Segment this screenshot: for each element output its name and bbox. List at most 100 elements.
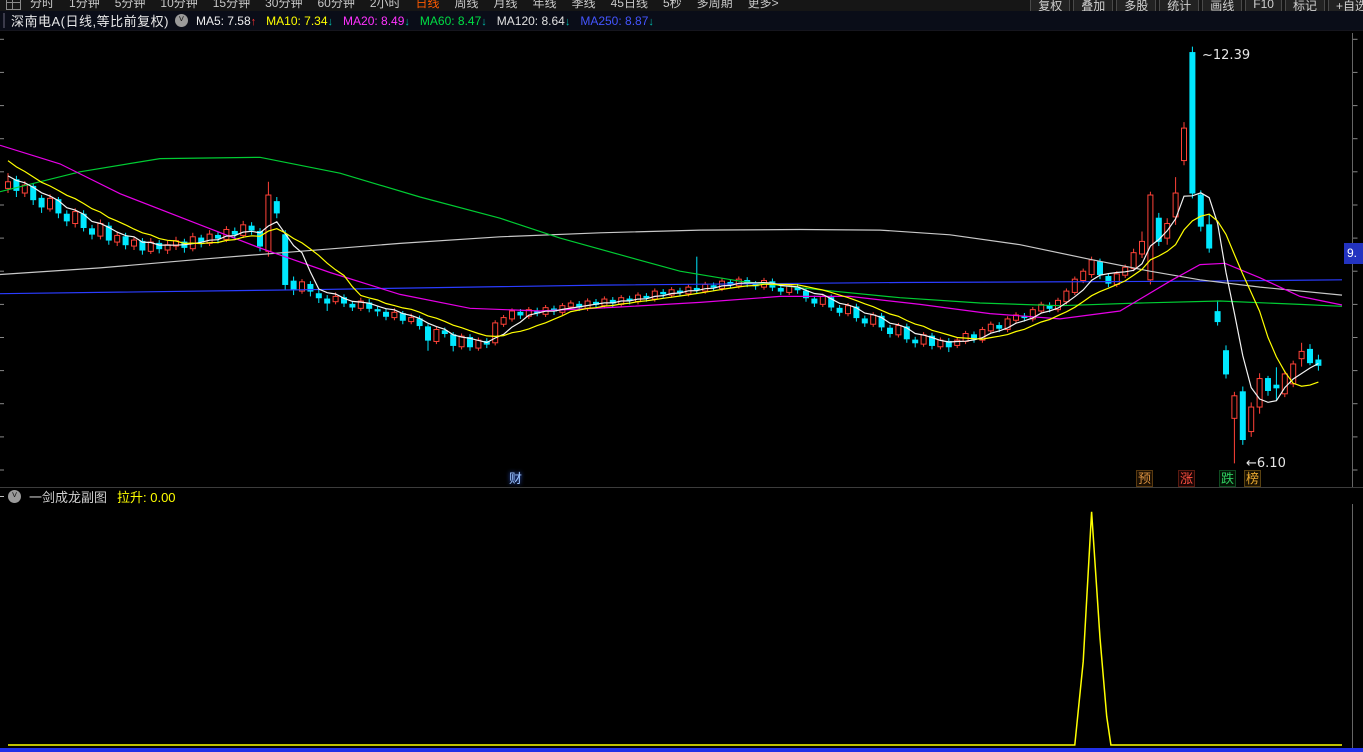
chart-canvas[interactable]: [0, 0, 1363, 752]
candle-body: [216, 235, 221, 238]
candle-body: [1266, 379, 1271, 391]
candle-body: [1114, 274, 1119, 285]
candle-body: [1089, 260, 1094, 275]
candle-body: [652, 291, 657, 299]
forecast-icon[interactable]: 预: [1136, 470, 1153, 487]
candle-body: [644, 296, 649, 297]
candle-body: [518, 312, 523, 315]
candle-body: [1148, 195, 1153, 280]
candle-body: [1232, 396, 1237, 419]
candle-body: [6, 182, 11, 189]
candle-body: [232, 231, 237, 234]
candle-body: [442, 331, 447, 334]
candle-body: [1131, 253, 1136, 269]
ranking-icon[interactable]: 榜: [1244, 470, 1261, 487]
candle-body: [694, 288, 699, 289]
candle-body: [1190, 53, 1195, 193]
candle-body: [123, 237, 128, 245]
candle-body: [997, 326, 1002, 329]
candle-body: [778, 288, 783, 291]
candle-body: [1274, 385, 1279, 388]
candle-body: [871, 315, 876, 324]
candle-body: [846, 306, 851, 314]
candle-body: [258, 231, 263, 246]
candle-body: [249, 226, 254, 230]
window-bottom-edge: [0, 748, 1363, 752]
candle-body: [392, 312, 397, 317]
candle-body: [98, 224, 103, 237]
candle-body: [720, 281, 725, 288]
candle-body: [350, 304, 355, 307]
ma-line-MA5: [8, 176, 1318, 402]
candle-body: [1207, 225, 1212, 248]
candle-body: [283, 235, 288, 285]
candle-body: [434, 330, 439, 342]
candle-body: [241, 225, 246, 236]
candle-body: [501, 318, 506, 325]
axis-price-badge: 9.: [1344, 243, 1363, 264]
candle-body: [409, 318, 414, 322]
gainers-icon[interactable]: 涨: [1178, 470, 1195, 487]
candle-body: [1240, 392, 1245, 440]
indicator-readout: 拉升: 0.00: [117, 487, 176, 506]
candle-body: [325, 299, 330, 303]
candle-body: [316, 294, 321, 298]
candle-body: [48, 198, 53, 209]
sub-collapse-chevron-icon[interactable]: ˅: [8, 490, 21, 503]
candle-body: [451, 335, 456, 346]
candle-body: [568, 303, 573, 307]
candle-body: [820, 296, 825, 304]
candle-body: [1257, 379, 1262, 407]
candle-body: [266, 195, 271, 251]
candle-body: [1081, 271, 1086, 280]
candle-body: [39, 198, 44, 207]
candle-body: [1098, 262, 1103, 275]
candle-body: [291, 281, 296, 290]
candle-body: [1249, 407, 1254, 432]
candle-body: [988, 324, 993, 331]
candle-body: [1064, 291, 1069, 302]
ma-line-MA10: [8, 161, 1318, 387]
candle-body: [711, 286, 716, 287]
candle-body: [132, 240, 137, 246]
candle-body: [636, 295, 641, 302]
candle-body: [1215, 312, 1220, 322]
indicator-line: [8, 512, 1342, 745]
candle-body: [1299, 351, 1304, 358]
candle-body: [862, 319, 867, 323]
candle-body: [703, 284, 708, 291]
candle-body: [661, 292, 666, 293]
candle-body: [1140, 241, 1145, 254]
sub-chart-header: ˅ 一剑成龙副图 拉升: 0.00: [0, 488, 1363, 504]
candle-body: [837, 308, 842, 312]
candle-body: [333, 296, 338, 301]
candle-body: [510, 311, 515, 319]
candle-body: [115, 235, 120, 242]
candle-body: [426, 327, 431, 340]
candle-body: [400, 314, 405, 321]
candle-body: [207, 234, 212, 243]
losers-icon[interactable]: 跌: [1219, 470, 1236, 487]
candle-body: [375, 310, 380, 311]
candle-body: [90, 229, 95, 234]
candle-body: [64, 214, 69, 221]
candle-body: [493, 323, 498, 343]
candle-body: [1047, 306, 1052, 309]
candle-body: [274, 202, 279, 213]
finance-news-icon[interactable]: 财: [508, 471, 523, 486]
low-price-label: ←6.10: [1246, 456, 1286, 471]
trading-app-window: 分时1分钟5分钟10分钟15分钟30分钟60分钟2小时日线周线月线年线季线45日…: [0, 0, 1363, 752]
candle-body: [1198, 195, 1203, 226]
candle-body: [896, 326, 901, 335]
candle-body: [812, 299, 817, 303]
candle-body: [1224, 351, 1229, 374]
left-tick: [0, 496, 4, 497]
candle-body: [888, 328, 893, 333]
candle-body: [73, 212, 78, 224]
candle-body: [384, 312, 389, 316]
candle-body: [1308, 349, 1313, 362]
indicator-name[interactable]: 一剑成龙副图: [29, 487, 107, 506]
candle-body: [913, 340, 918, 343]
high-price-label: ~12.39: [1202, 48, 1250, 63]
candle-body: [1182, 128, 1187, 160]
